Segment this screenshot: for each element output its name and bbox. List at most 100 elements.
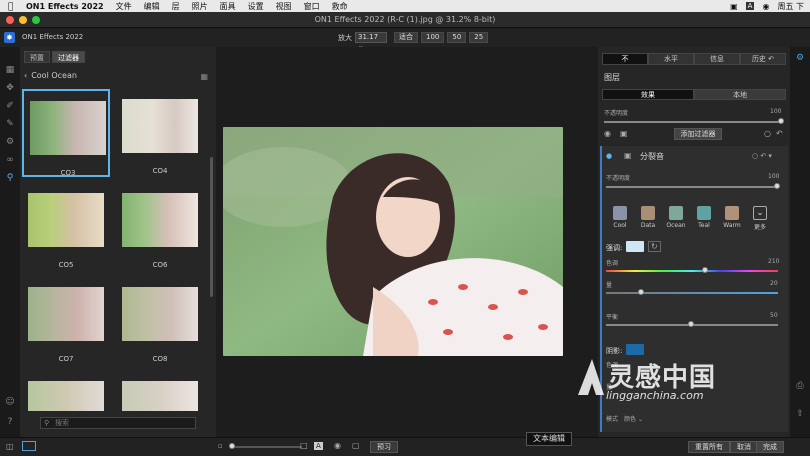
reset-icon[interactable]: ↶ — [776, 129, 783, 138]
brush-tool-icon[interactable]: ✐ — [0, 97, 20, 115]
filter-options-icon[interactable]: ○ ↶ ▾ — [752, 152, 772, 160]
add-filter-button[interactable]: 添加过滤器 — [674, 128, 722, 140]
search-input[interactable]: ⚲ 搜索 — [40, 417, 196, 429]
hand-tool-icon[interactable]: ▢ — [352, 441, 360, 450]
amount-slider-knob[interactable] — [638, 289, 644, 295]
menu-window[interactable]: 窗口 — [304, 1, 320, 12]
zoom-25-button[interactable]: 25 — [469, 32, 489, 43]
cancel-button[interactable]: 取消 — [730, 441, 758, 453]
preset-ocean[interactable]: Ocean — [664, 206, 688, 229]
done-button[interactable]: 完成 — [756, 441, 784, 453]
image-canvas[interactable] — [216, 47, 598, 437]
filter-opacity-value[interactable]: 100 — [768, 173, 779, 180]
chevron-left-icon[interactable]: ‹ — [24, 71, 27, 80]
compare-a-icon[interactable]: A — [314, 442, 323, 450]
mask-icon[interactable]: ▣ — [620, 129, 628, 138]
masking-tool-icon[interactable]: ✎ — [0, 115, 20, 133]
menu-help[interactable]: 救命 — [332, 1, 348, 12]
zoom-input[interactable]: 31.17 ⌄ — [355, 32, 387, 50]
camera-icon[interactable]: ◉ — [604, 129, 611, 138]
menu-edit[interactable]: 编辑 — [144, 1, 160, 12]
user-icon[interactable]: ◉ — [762, 2, 769, 11]
tab-local[interactable]: 本地 — [694, 89, 786, 100]
settings-dot-icon[interactable]: ○ — [764, 129, 771, 138]
reset-all-button[interactable]: 重置所有 — [688, 441, 730, 453]
tab-levels[interactable]: 水平 — [648, 53, 694, 65]
swap-colors-icon[interactable]: ↻ — [648, 241, 661, 252]
hue-slider[interactable] — [606, 270, 778, 272]
move-tool-icon[interactable]: ✥ — [0, 79, 20, 97]
preset-data[interactable]: Data — [636, 206, 660, 229]
link-tool-icon[interactable]: ∞ — [0, 151, 20, 169]
help-icon[interactable]: ? — [0, 413, 20, 431]
preset-warm[interactable]: Warm — [720, 206, 744, 229]
tab-presets[interactable]: 预置 — [24, 51, 50, 63]
filter-opacity-knob[interactable] — [774, 183, 780, 189]
filter-opacity-slider[interactable] — [606, 186, 778, 188]
preview-photo[interactable] — [223, 127, 563, 356]
menubar-clock[interactable]: 周五 下 — [777, 1, 804, 12]
print-icon[interactable]: ⎙ — [790, 377, 810, 395]
zoom-50-button[interactable]: 50 — [447, 32, 467, 43]
tab-history[interactable]: 历史 ↶ — [740, 53, 786, 65]
menu-layer[interactable]: 层 — [172, 1, 180, 12]
tab-layers[interactable]: 不 — [602, 53, 648, 65]
preset-more[interactable]: ⌄ 更多 — [748, 206, 772, 231]
tab-info[interactable]: 信息 — [694, 53, 740, 65]
menu-file[interactable]: 文件 — [116, 1, 132, 12]
layout-toggle-icon[interactable] — [22, 441, 36, 451]
highlight-color-swatch[interactable] — [626, 241, 644, 252]
grid-view-icon[interactable]: ▦ — [200, 72, 208, 81]
opacity-slider-knob[interactable] — [778, 118, 784, 124]
thumbnail-co6[interactable]: CO6 — [116, 183, 204, 271]
thumbnail-co5[interactable]: CO5 — [22, 183, 110, 271]
share-icon[interactable]: ⇧ — [790, 405, 810, 423]
retouch-tool-icon[interactable]: ⚙ — [0, 133, 20, 151]
panel-toggle-icon[interactable]: ◫ — [6, 442, 14, 451]
preset-cool[interactable]: Cool — [608, 206, 632, 229]
amount-value[interactable]: 20 — [770, 280, 778, 287]
balance-slider-knob[interactable] — [688, 321, 694, 327]
zoom-slider-knob[interactable] — [229, 443, 235, 449]
display-icon[interactable]: ▣ — [730, 2, 738, 11]
menu-settings[interactable]: 设置 — [248, 1, 264, 12]
menu-photo[interactable]: 照片 — [192, 1, 208, 12]
color-picker-icon[interactable]: ◉ — [334, 441, 341, 450]
hue-value[interactable]: 210 — [768, 258, 779, 265]
account-icon[interactable]: ☺ — [0, 393, 20, 411]
input-source-icon[interactable]: A — [745, 2, 755, 10]
zoom-fit-button[interactable]: 适合 — [394, 32, 418, 43]
filter-visibility-icon[interactable]: ● — [606, 152, 612, 160]
shadow-color-swatch[interactable] — [626, 344, 644, 355]
thumbnail-partial[interactable] — [116, 371, 204, 411]
thumbnail-co8[interactable]: CO8 — [116, 277, 204, 365]
menu-app-name[interactable]: ON1 Effects 2022 — [26, 2, 104, 11]
browser-breadcrumb[interactable]: ‹ Cool Ocean — [24, 71, 77, 80]
zoom-out-icon[interactable]: ▫ — [218, 442, 223, 450]
browser-scrollbar[interactable] — [210, 157, 213, 297]
preview-button[interactable]: 预习 — [370, 441, 398, 453]
thumbnail-co4[interactable]: CO4 — [116, 89, 204, 177]
filter-mask-icon[interactable]: ▣ — [624, 151, 632, 160]
crop-tool-icon[interactable]: ▦ — [0, 61, 20, 79]
opacity-slider[interactable] — [604, 121, 782, 123]
preset-teal[interactable]: Teal — [692, 206, 716, 229]
amount-slider[interactable] — [606, 292, 778, 294]
zoom-slider[interactable] — [232, 446, 302, 448]
gear-icon[interactable]: ⚙ — [790, 49, 810, 67]
mode-dropdown[interactable]: 颜色 ⌄ — [624, 414, 643, 423]
zoom-tool-icon[interactable]: ⚲ — [0, 169, 20, 187]
menu-mask[interactable]: 面具 — [220, 1, 236, 12]
apple-menu-icon[interactable]:  — [8, 2, 16, 12]
thumbnail-partial[interactable] — [22, 371, 110, 411]
balance-value[interactable]: 50 — [770, 312, 778, 319]
tab-filters[interactable]: 过滤器 — [52, 51, 85, 63]
menu-view[interactable]: 视图 — [276, 1, 292, 12]
fit-icon[interactable]: □ — [300, 441, 308, 450]
tab-effects[interactable]: 效果 — [602, 89, 694, 100]
hue-slider-knob[interactable] — [702, 267, 708, 273]
opacity-value[interactable]: 100 — [770, 108, 781, 115]
zoom-100-button[interactable]: 100 — [421, 32, 445, 43]
thumbnail-co3[interactable]: CO3 — [22, 89, 110, 177]
thumbnail-co7[interactable]: CO7 — [22, 277, 110, 365]
